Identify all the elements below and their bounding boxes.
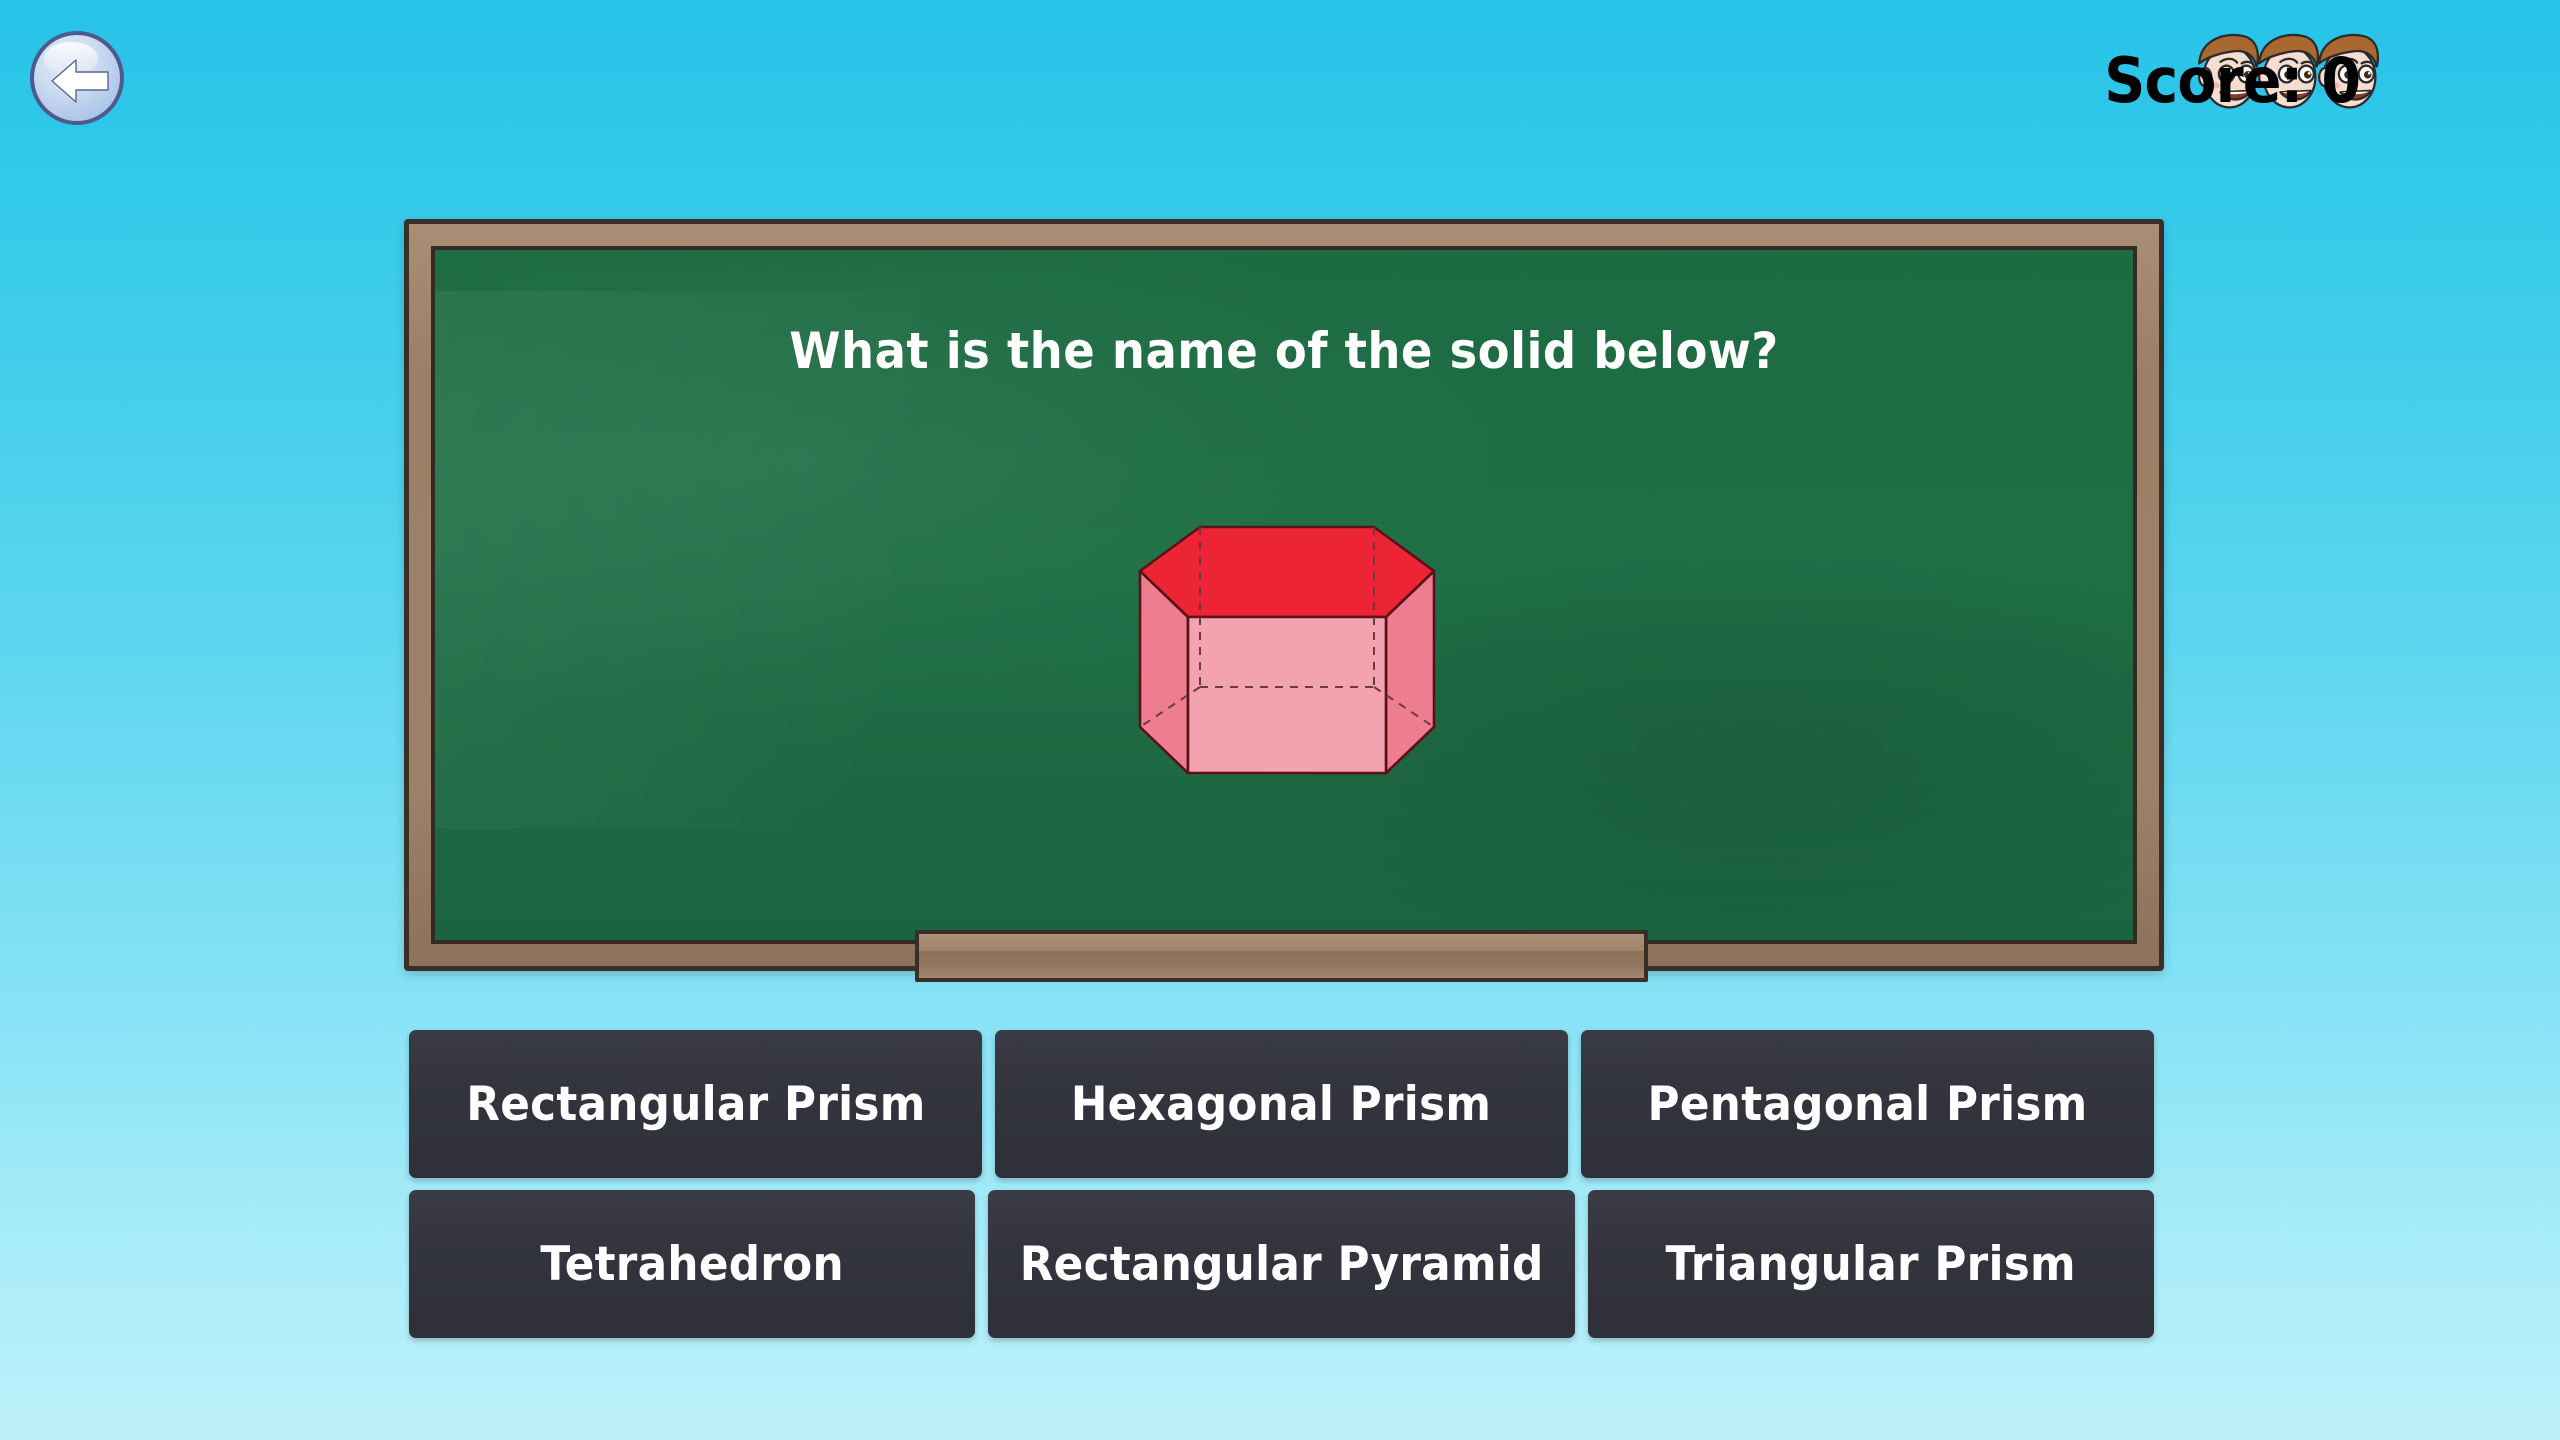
answer-grid: Rectangular Prism Hexagonal Prism Pentag… [409, 1030, 2155, 1338]
answer-label: Hexagonal Prism [1071, 1076, 1492, 1132]
answer-label: Rectangular Pyramid [1019, 1236, 1544, 1292]
answer-hexagonal-prism[interactable]: Hexagonal Prism [995, 1030, 1568, 1178]
answer-label: Pentagonal Prism [1647, 1076, 2088, 1132]
answer-triangular-prism[interactable]: Triangular Prism [1588, 1190, 2155, 1338]
back-button[interactable] [30, 31, 124, 125]
answer-label: Tetrahedron [540, 1236, 844, 1292]
score-label: Score: 0 [2104, 44, 2361, 117]
left-arrow-icon [51, 59, 109, 103]
question-text: What is the name of the solid below? [789, 322, 1779, 380]
status-bar: Score: 0 [2104, 30, 2380, 117]
answer-pentagonal-prism[interactable]: Pentagonal Prism [1581, 1030, 2154, 1178]
hexagonal-prism-figure [1138, 525, 1436, 775]
answer-row: Tetrahedron Rectangular Pyramid Triangul… [409, 1190, 2155, 1338]
answer-rectangular-prism[interactable]: Rectangular Prism [409, 1030, 982, 1178]
chalk-tray [915, 930, 1648, 982]
answer-label: Triangular Prism [1665, 1236, 2077, 1292]
answer-row: Rectangular Prism Hexagonal Prism Pentag… [409, 1030, 2154, 1178]
game-screen: Score: 0 What is the name of the solid b… [0, 0, 2560, 1440]
answer-rectangular-pyramid[interactable]: Rectangular Pyramid [987, 1190, 1576, 1338]
answer-tetrahedron[interactable]: Tetrahedron [409, 1190, 975, 1338]
answer-label: Rectangular Prism [465, 1076, 926, 1132]
